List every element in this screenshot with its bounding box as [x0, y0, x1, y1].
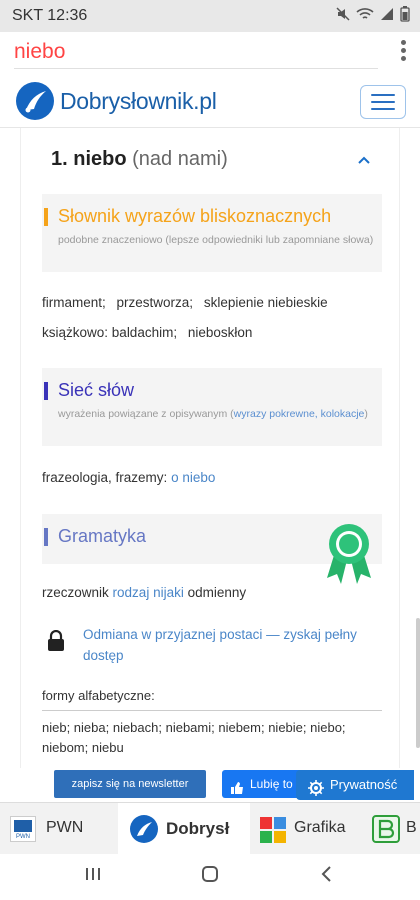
award-badge-icon — [321, 520, 377, 586]
part-of-speech: rzeczownik — [42, 585, 109, 600]
lock-icon — [47, 629, 65, 652]
declension-link[interactable]: Odmiana w przyjaznej postaci — zyskaj pe… — [83, 627, 357, 663]
grafika-logo-icon — [258, 815, 288, 845]
entry-card: 1. niebo (nad nami) Słownik wyrazów blis… — [20, 128, 400, 768]
forms-divider — [42, 710, 382, 711]
system-nav-bar — [0, 854, 420, 900]
page-title[interactable]: niebo — [14, 40, 65, 64]
status-icons — [336, 6, 410, 22]
inflection-type: odmienny — [187, 585, 247, 600]
status-bar: SKT 12:36 — [0, 0, 420, 32]
partner-tab-label: Dobrysł — [166, 819, 230, 838]
phraseology-row: frazeologia, frazemy: o niebo — [42, 470, 215, 485]
back-icon[interactable] — [312, 864, 342, 890]
pwn-logo-icon: PWN — [10, 816, 36, 842]
synonyms-heading: Słownik wyrazów bliskoznacznych — [58, 206, 332, 226]
entry-title: 1. niebo (nad nami) — [51, 148, 228, 171]
synonyms-row-1: firmament; przestworza; sklepienie niebi… — [42, 295, 328, 310]
site-header: Dobrysłownik.pl — [0, 72, 420, 128]
word-net-description-text: wyrażenia powiązane z opisywanym ( — [58, 408, 234, 420]
title-underline — [14, 68, 378, 69]
entry-headword: 1. niebo — [51, 148, 127, 170]
synonyms-section-marker — [44, 208, 48, 226]
forms-list: nieb; nieba; niebach; niebami; niebem; n… — [42, 720, 346, 755]
word-net-section-marker — [44, 382, 48, 400]
synonyms-row-2: książkowo: baldachim; nieboskłon — [42, 325, 252, 340]
entry-qualifier: (nad nami) — [132, 148, 228, 170]
overflow-menu-icon[interactable] — [398, 38, 408, 68]
mute-icon — [336, 7, 350, 21]
synonym-word[interactable]: firmament; — [42, 295, 106, 310]
related-words-link[interactable]: wyrazy pokrewne, kolokacje — [234, 408, 365, 420]
privacy-label: Prywatność — [330, 777, 398, 792]
newsletter-button[interactable]: zapisz się na newsletter — [54, 770, 206, 798]
partner-tab-label: Grafika — [294, 819, 346, 836]
partner-tab-label: PWN — [46, 819, 84, 836]
battery-icon — [400, 6, 410, 22]
hamburger-menu-button[interactable] — [360, 85, 406, 119]
action-strip: zapisz się na newsletter Lubię to Prywat… — [0, 768, 420, 802]
word-net-heading: Sieć słów — [58, 380, 135, 400]
svg-text:PWN: PWN — [16, 834, 30, 840]
browser-title-bar: niebo — [0, 32, 420, 72]
partner-tab-label: B — [406, 819, 417, 836]
synonyms-description: podobne znaczeniowo (lepsze odpowiedniki… — [58, 234, 374, 246]
home-icon[interactable] — [195, 864, 225, 890]
declension-row: Odmiana w przyjaznej postaci — zyskaj pe… — [83, 624, 373, 666]
word-net-section: Sieć słów wyrażenia powiązane z opisywan… — [42, 368, 382, 446]
forms-label: formy alfabetyczne: — [42, 688, 155, 703]
synonym-word[interactable]: baldachim; — [112, 325, 177, 340]
b-logo-icon — [372, 815, 400, 843]
partner-tab-pwn[interactable]: PWN PWN — [0, 803, 118, 855]
partner-tab-grafika[interactable]: Grafika — [250, 803, 362, 855]
logo-icon[interactable] — [16, 82, 54, 120]
synonyms-section: Słownik wyrazów bliskoznacznych podobne … — [42, 194, 382, 272]
logo-text[interactable]: Dobrysłownik.pl — [60, 88, 217, 115]
synonym-word[interactable]: nieboskłon — [188, 325, 253, 340]
synonym-word[interactable]: przestworza; — [117, 295, 194, 310]
collapse-chevron-icon[interactable] — [357, 152, 371, 170]
word-net-description-close: ) — [364, 408, 368, 420]
wifi-icon — [356, 8, 374, 19]
main-content: 1. niebo (nad nami) Słownik wyrazów blis… — [0, 128, 420, 768]
grammar-row: rzeczownik rodzaj nijaki odmienny — [42, 585, 246, 600]
partner-tab-b[interactable]: B — [362, 803, 420, 855]
privacy-button[interactable]: Prywatność — [296, 770, 414, 800]
dobryslownik-logo-icon — [130, 815, 158, 843]
recent-apps-icon[interactable] — [78, 864, 108, 890]
grammar-section-marker — [44, 528, 48, 546]
partner-tabs: PWN PWN Dobrysł Grafika B — [0, 802, 420, 855]
word-net-description: wyrażenia powiązane z opisywanym (wyrazy… — [58, 408, 388, 421]
phraseology-label: frazeologia, frazemy: — [42, 470, 168, 485]
phrase-link[interactable]: o niebo — [171, 470, 215, 485]
register-label: książkowo: — [42, 325, 109, 340]
gender-link[interactable]: rodzaj nijaki — [113, 585, 184, 600]
signal-icon — [381, 8, 393, 20]
status-time: SKT 12:36 — [12, 7, 88, 24]
side-handle[interactable] — [416, 618, 420, 748]
partner-tab-dobryslownik[interactable]: Dobrysł — [118, 803, 250, 855]
thumbs-up-icon — [230, 777, 244, 798]
like-label: Lubię to — [250, 777, 293, 791]
grammar-heading: Gramatyka — [58, 526, 147, 546]
synonym-word[interactable]: sklepienie niebieskie — [204, 295, 328, 310]
